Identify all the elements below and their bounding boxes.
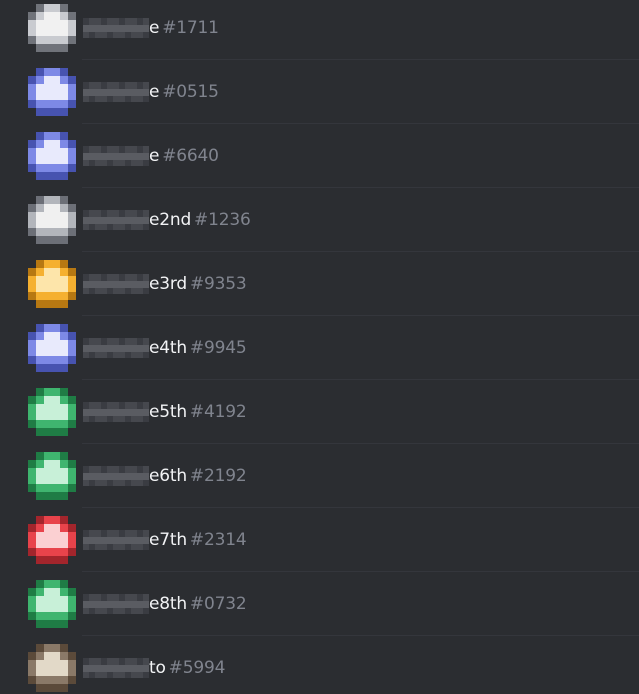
redacted-name-block bbox=[83, 18, 149, 38]
avatar[interactable] bbox=[28, 580, 76, 628]
avatar[interactable] bbox=[28, 196, 76, 244]
member-row[interactable]: e #1711 bbox=[0, 0, 639, 60]
avatar[interactable] bbox=[28, 516, 76, 564]
redacted-name-block bbox=[83, 658, 149, 678]
avatar-image bbox=[28, 452, 76, 500]
member-name-group[interactable]: e2nd #1236 bbox=[83, 206, 251, 234]
member-list: e #1711 e #0515 e #6640 e2nd #1236 e3rd #9353 e4th… bbox=[0, 0, 639, 694]
avatar-image bbox=[28, 324, 76, 372]
member-row[interactable]: e7th #2314 bbox=[0, 508, 639, 572]
redacted-name-block bbox=[83, 146, 149, 166]
member-name-suffix: e bbox=[149, 18, 160, 38]
member-name-suffix: e6th bbox=[149, 466, 187, 486]
member-name-group[interactable]: e3rd #9353 bbox=[83, 270, 247, 298]
avatar[interactable] bbox=[28, 452, 76, 500]
member-discriminator: #1236 bbox=[194, 210, 251, 230]
avatar-image bbox=[28, 260, 76, 308]
member-name-group[interactable]: e #6640 bbox=[83, 142, 219, 170]
avatar-image bbox=[28, 388, 76, 436]
member-name-suffix: e3rd bbox=[149, 274, 187, 294]
member-discriminator: #4192 bbox=[189, 402, 247, 422]
member-discriminator: #6640 bbox=[162, 146, 219, 166]
avatar-image bbox=[28, 68, 76, 116]
member-name-group[interactable]: e4th #9945 bbox=[83, 334, 247, 362]
avatar-image bbox=[28, 516, 76, 564]
member-discriminator: #2314 bbox=[189, 530, 247, 550]
avatar[interactable] bbox=[28, 644, 76, 692]
redacted-name-block bbox=[83, 530, 149, 550]
member-discriminator: #0732 bbox=[189, 594, 247, 614]
member-discriminator: #9353 bbox=[189, 274, 247, 294]
member-row[interactable]: e #6640 bbox=[0, 124, 639, 188]
member-row[interactable]: e2nd #1236 bbox=[0, 188, 639, 252]
member-name-suffix: e7th bbox=[149, 530, 187, 550]
member-row[interactable]: e3rd #9353 bbox=[0, 252, 639, 316]
redacted-name-block bbox=[83, 338, 149, 358]
member-name-suffix: e4th bbox=[149, 338, 187, 358]
redacted-name-block bbox=[83, 466, 149, 486]
avatar[interactable] bbox=[28, 68, 76, 116]
redacted-name-block bbox=[83, 210, 149, 230]
member-name-suffix: e bbox=[149, 82, 160, 102]
member-name-group[interactable]: e5th #4192 bbox=[83, 398, 247, 426]
member-name-group[interactable]: to #5994 bbox=[83, 654, 225, 682]
avatar[interactable] bbox=[28, 324, 76, 372]
member-row[interactable]: to #5994 bbox=[0, 636, 639, 694]
avatar-image bbox=[28, 580, 76, 628]
redacted-name-block bbox=[83, 274, 149, 294]
member-name-group[interactable]: e7th #2314 bbox=[83, 526, 247, 554]
member-discriminator: #0515 bbox=[162, 82, 219, 102]
avatar[interactable] bbox=[28, 4, 76, 52]
member-name-suffix: e5th bbox=[149, 402, 187, 422]
avatar[interactable] bbox=[28, 388, 76, 436]
member-name-suffix: e8th bbox=[149, 594, 187, 614]
member-name-suffix: to bbox=[149, 658, 166, 678]
member-row[interactable]: e #0515 bbox=[0, 60, 639, 124]
member-name-suffix: e2nd bbox=[149, 210, 192, 230]
redacted-name-block bbox=[83, 594, 149, 614]
member-row[interactable]: e6th #2192 bbox=[0, 444, 639, 508]
member-discriminator: #5994 bbox=[168, 658, 226, 678]
member-name-suffix: e bbox=[149, 146, 160, 166]
member-row[interactable]: e4th #9945 bbox=[0, 316, 639, 380]
avatar[interactable] bbox=[28, 260, 76, 308]
member-discriminator: #9945 bbox=[189, 338, 247, 358]
member-row[interactable]: e8th #0732 bbox=[0, 572, 639, 636]
avatar-image bbox=[28, 4, 76, 52]
member-discriminator: #2192 bbox=[189, 466, 247, 486]
member-name-group[interactable]: e6th #2192 bbox=[83, 462, 247, 490]
avatar-image bbox=[28, 132, 76, 180]
redacted-name-block bbox=[83, 402, 149, 422]
member-name-group[interactable]: e8th #0732 bbox=[83, 590, 247, 618]
member-row[interactable]: e5th #4192 bbox=[0, 380, 639, 444]
member-discriminator: #1711 bbox=[162, 18, 219, 38]
avatar-image bbox=[28, 644, 76, 692]
member-name-group[interactable]: e #1711 bbox=[83, 14, 219, 42]
avatar[interactable] bbox=[28, 132, 76, 180]
redacted-name-block bbox=[83, 82, 149, 102]
avatar-image bbox=[28, 196, 76, 244]
member-name-group[interactable]: e #0515 bbox=[83, 78, 219, 106]
